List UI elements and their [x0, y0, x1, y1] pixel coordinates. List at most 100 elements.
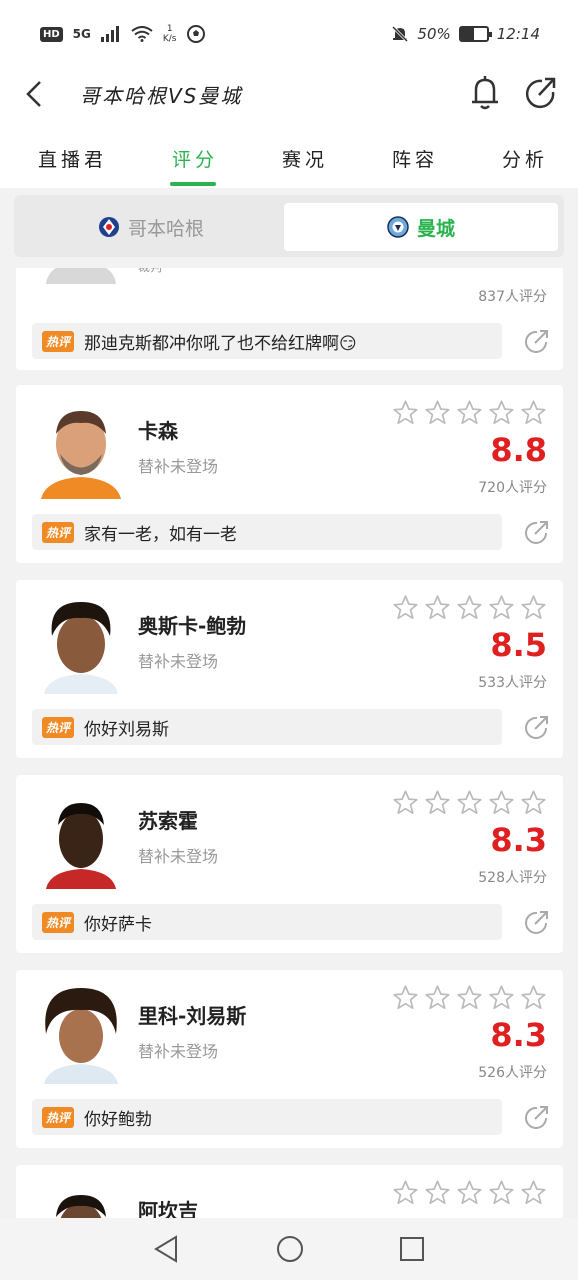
star-icon[interactable]: [488, 594, 515, 621]
nav-back-icon[interactable]: [152, 1234, 180, 1264]
battery-icon: [458, 26, 492, 42]
tab-lineup[interactable]: 阵容: [392, 145, 438, 172]
hd-badge: HD: [40, 26, 63, 42]
mute-bell-icon: [392, 25, 409, 43]
star-rating[interactable]: [392, 984, 547, 1011]
copenhagen-crest-icon: [98, 217, 119, 237]
player-card[interactable]: 裁判 837人评分 热评 那迪克斯都冲你吼了也不给红牌啊😏: [16, 268, 563, 370]
star-icon[interactable]: [488, 984, 515, 1011]
star-icon[interactable]: [456, 984, 483, 1011]
star-icon[interactable]: [392, 984, 419, 1011]
team-switcher: 哥本哈根 曼城: [14, 195, 564, 257]
star-rating[interactable]: [392, 399, 547, 426]
mancity-crest-icon: [387, 216, 409, 238]
star-icon[interactable]: [424, 1179, 451, 1206]
star-icon[interactable]: [424, 789, 451, 816]
share-icon[interactable]: [523, 329, 549, 355]
hot-comment[interactable]: 热评 家有一老，如有一老: [32, 514, 502, 550]
battery-percent: 50%: [417, 25, 451, 43]
player-status: 替补未登场: [138, 457, 219, 476]
system-nav-bar: [0, 1218, 578, 1280]
star-icon[interactable]: [488, 1179, 515, 1206]
star-icon[interactable]: [520, 789, 547, 816]
nav-home-icon[interactable]: [275, 1234, 305, 1264]
signal-icon: [100, 26, 119, 42]
nav-recents-icon[interactable]: [398, 1234, 426, 1264]
player-score: 8.3: [490, 821, 547, 859]
team-name-right: 曼城: [416, 217, 455, 240]
team-tab-mancity[interactable]: 曼城: [284, 203, 558, 251]
rater-count: 528人评分: [478, 870, 547, 886]
star-icon[interactable]: [456, 1179, 483, 1206]
star-icon[interactable]: [424, 984, 451, 1011]
top-header: 哥本哈根VS曼城: [0, 68, 578, 123]
share-icon[interactable]: [523, 715, 549, 741]
player-status: 替补未登场: [138, 1042, 219, 1061]
comment-text: 那迪克斯都冲你吼了也不给红牌啊😏: [84, 333, 357, 354]
tab-analysis[interactable]: 分析: [502, 145, 548, 172]
star-icon[interactable]: [392, 594, 419, 621]
back-arrow-icon[interactable]: [22, 76, 50, 112]
star-icon[interactable]: [456, 789, 483, 816]
player-photo: [36, 984, 126, 1084]
share-icon[interactable]: [523, 910, 549, 936]
star-rating[interactable]: [392, 789, 547, 816]
share-icon[interactable]: [523, 1105, 549, 1131]
star-icon[interactable]: [456, 594, 483, 621]
star-icon[interactable]: [392, 399, 419, 426]
star-rating[interactable]: [392, 1179, 547, 1206]
star-icon[interactable]: [424, 594, 451, 621]
player-score: 8.8: [490, 431, 547, 469]
player-name: 卡森: [138, 419, 178, 443]
star-icon[interactable]: [456, 399, 483, 426]
rater-count: 837人评分: [478, 289, 547, 305]
player-card[interactable]: 奥斯卡-鲍勃 替补未登场 8.5 533人评分 热评 你好刘易斯: [16, 580, 563, 758]
player-photo: [36, 1179, 126, 1218]
hot-badge: 热评: [42, 330, 75, 352]
player-photo: [36, 399, 126, 499]
player-photo: [36, 594, 126, 694]
player-status: 替补未登场: [138, 847, 219, 866]
hot-comment[interactable]: 热评 你好刘易斯: [32, 709, 502, 745]
tab-ratings[interactable]: 评分: [172, 145, 218, 172]
star-icon[interactable]: [520, 984, 547, 1011]
star-icon[interactable]: [520, 594, 547, 621]
comment-text: 你好萨卡: [84, 914, 153, 935]
player-name: 里科-刘易斯: [138, 1004, 247, 1028]
star-icon[interactable]: [392, 1179, 419, 1206]
ball-icon: [186, 25, 205, 43]
rater-count: 526人评分: [478, 1065, 547, 1081]
page-title: 哥本哈根VS曼城: [80, 84, 243, 108]
bell-icon[interactable]: [468, 74, 502, 112]
hot-comment[interactable]: 热评 那迪克斯都冲你吼了也不给红牌啊😏: [32, 323, 502, 359]
player-card[interactable]: 卡森 替补未登场 8.8 720人评分 热评 家有一老，如有一老: [16, 385, 563, 563]
player-card[interactable]: 里科-刘易斯 替补未登场 8.3 526人评分 热评 你好鲍勃: [16, 970, 563, 1148]
share-icon[interactable]: [523, 520, 549, 546]
player-score: 8.3: [490, 1016, 547, 1054]
player-card[interactable]: 阿坎吉: [16, 1165, 563, 1218]
player-score: 8.5: [490, 626, 547, 664]
star-rating[interactable]: [392, 594, 547, 621]
star-icon[interactable]: [424, 399, 451, 426]
comment-text: 你好鲍勃: [84, 1109, 153, 1130]
rater-count: 720人评分: [478, 480, 547, 496]
star-icon[interactable]: [520, 1179, 547, 1206]
star-icon[interactable]: [488, 399, 515, 426]
hot-badge: 热评: [42, 911, 75, 933]
player-list: 裁判 837人评分 热评 那迪克斯都冲你吼了也不给红牌啊😏 卡森 替补未登场 8…: [0, 268, 578, 1218]
share-icon[interactable]: [522, 74, 558, 112]
network-label: 5G: [72, 27, 91, 41]
player-photo: [36, 789, 126, 889]
hot-comment[interactable]: 热评 你好萨卡: [32, 904, 502, 940]
team-tab-copenhagen[interactable]: 哥本哈根: [19, 203, 283, 251]
tab-match-status[interactable]: 赛况: [282, 145, 328, 172]
player-card[interactable]: 苏索霍 替补未登场 8.3 528人评分 热评 你好萨卡: [16, 775, 563, 953]
star-icon[interactable]: [488, 789, 515, 816]
star-icon[interactable]: [520, 399, 547, 426]
wifi-icon: [131, 26, 153, 42]
hot-comment[interactable]: 热评 你好鲍勃: [32, 1099, 502, 1135]
hot-badge: 热评: [42, 521, 75, 543]
tab-bar: 直播君 评分 赛况 阵容 分析: [0, 123, 578, 188]
star-icon[interactable]: [392, 789, 419, 816]
tab-live[interactable]: 直播君: [38, 145, 107, 172]
